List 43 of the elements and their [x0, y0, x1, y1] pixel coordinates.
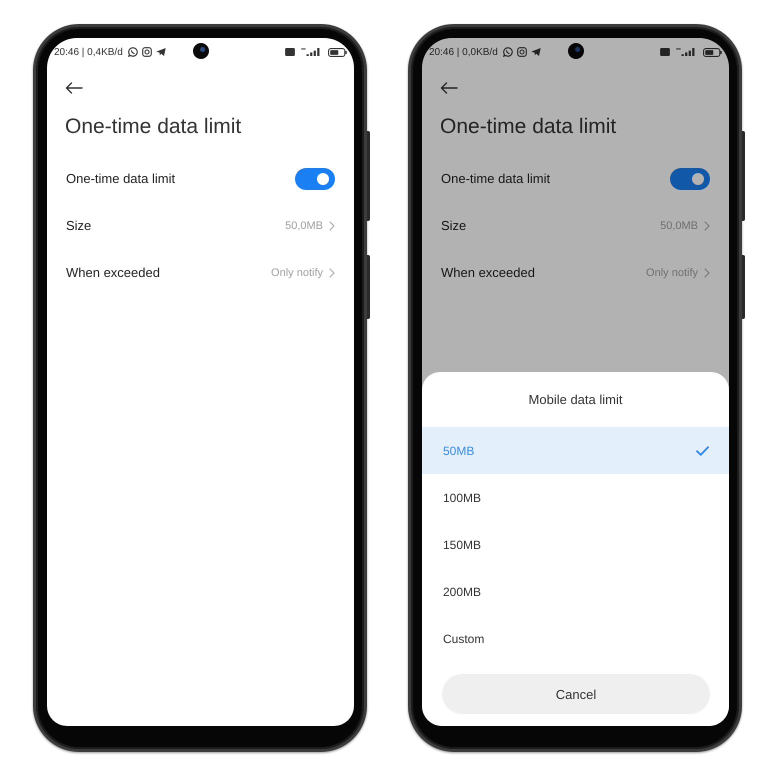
front-camera-icon [568, 43, 584, 59]
signal-icon [301, 48, 321, 56]
setting-label[interactable]: One-time data limit [66, 171, 289, 186]
paper-plane-icon [530, 47, 541, 57]
cancel-button[interactable]: Cancel [442, 674, 710, 714]
option-item[interactable]: Custom [422, 615, 729, 662]
status-badge-icon [660, 48, 670, 56]
status-time-data: 20:46 | 0,0KB/d [429, 46, 498, 58]
setting-value: Only notify [646, 266, 698, 278]
status-badge-icon [285, 48, 295, 56]
chat-bubble-icon [128, 47, 138, 57]
chevron-icon [329, 220, 335, 230]
page-title: One-time data limit [439, 114, 618, 140]
chevron-icon [704, 220, 710, 230]
toggle-switch[interactable] [295, 168, 335, 190]
setting-label[interactable]: When exceeded [66, 265, 266, 280]
battery-icon [328, 48, 347, 56]
setting-value: Only notify [271, 266, 323, 278]
option-item[interactable]: 200MB [422, 568, 729, 615]
signal-icon [676, 48, 696, 56]
toggle-switch[interactable] [670, 168, 710, 190]
setting-label[interactable]: When exceeded [441, 265, 640, 280]
front-camera-icon [192, 43, 208, 59]
back-arrow-icon[interactable] [440, 82, 458, 94]
sheet-title: Mobile data limit [528, 391, 624, 409]
camera-icon [516, 47, 527, 57]
setting-label[interactable]: One-time data limit [441, 171, 664, 186]
check-icon [696, 446, 709, 456]
setting-value: 50,0MB [660, 220, 698, 232]
setting-label[interactable]: Size [66, 218, 280, 233]
page-title: One-time data limit [64, 114, 242, 140]
chevron-icon [329, 268, 335, 278]
chat-bubble-icon [502, 47, 513, 57]
back-arrow-icon[interactable] [65, 82, 83, 94]
option-item[interactable]: 100MB [422, 474, 729, 521]
status-time-data: 20:46 | 0,4KB/d [54, 46, 123, 58]
setting-label[interactable]: Size [441, 218, 654, 233]
battery-icon [703, 48, 722, 56]
paper-plane-icon [156, 47, 166, 57]
option-item[interactable]: 150MB [422, 521, 729, 568]
setting-value: 50,0MB [285, 220, 323, 232]
camera-icon [142, 47, 152, 57]
chevron-icon [704, 268, 710, 278]
